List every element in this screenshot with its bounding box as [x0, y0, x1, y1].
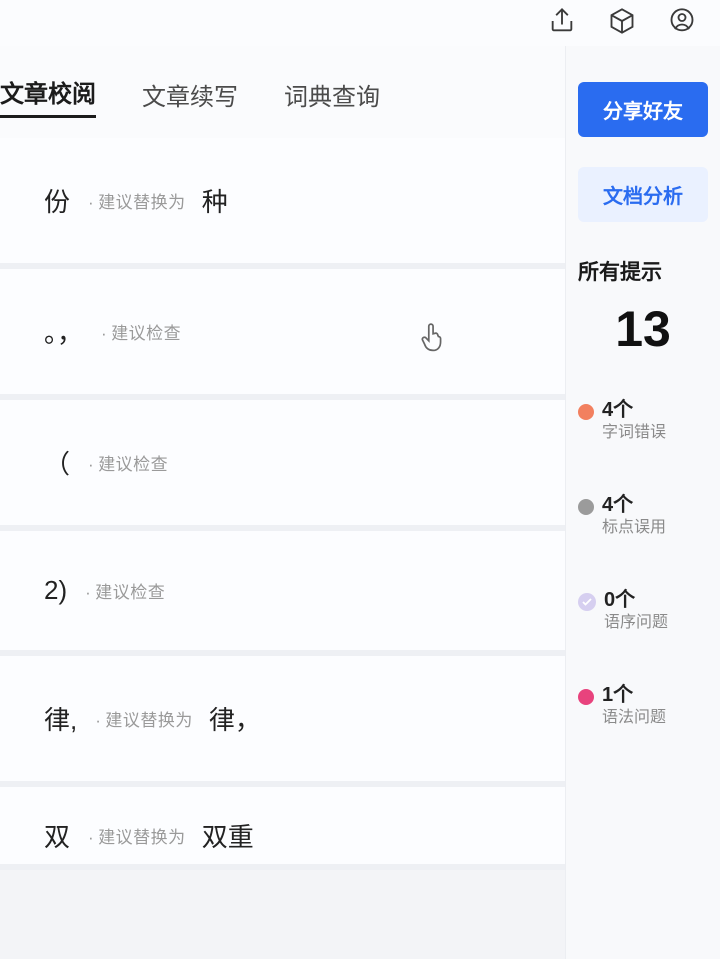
suggestion-row[interactable]: 律, 建议替换为 律，	[0, 656, 565, 787]
orig-text: 律,	[44, 700, 77, 737]
cat-count: 4个	[602, 398, 666, 423]
total-hints-count: 13	[578, 300, 708, 358]
category-word-order[interactable]: 0个 语序问题	[578, 588, 708, 633]
share-friends-button[interactable]: 分享好友	[578, 82, 708, 137]
cat-label: 语法问题	[602, 708, 666, 728]
orig-text: （	[44, 444, 70, 481]
cat-label: 语序问题	[604, 613, 668, 633]
cat-label: 字词错误	[602, 423, 666, 443]
note-text: 建议替换为	[95, 706, 193, 731]
suggestion-row[interactable]: 份 建议替换为 种	[0, 138, 565, 269]
repl-text: 双重	[202, 817, 254, 854]
share-icon[interactable]	[548, 7, 576, 40]
dot-icon	[578, 689, 594, 705]
cat-count: 4个	[602, 493, 666, 518]
tab-article-proofread[interactable]: 文章校阅	[0, 74, 96, 118]
suggestion-list: 份 建议替换为 种 。， 建议检查 （ 建议检查	[0, 138, 565, 959]
main-panel: 文章校阅 文章续写 词典查询 份 建议替换为 种 。， 建议检查	[0, 46, 565, 959]
all-hints-title: 所有提示	[578, 256, 708, 286]
repl-text: 种	[202, 182, 228, 219]
cube-icon[interactable]	[608, 7, 636, 40]
note-text: 建议检查	[101, 319, 181, 344]
orig-text: 份	[44, 182, 70, 219]
note-text: 建议替换为	[88, 188, 186, 213]
repl-text: 律，	[209, 700, 261, 737]
cat-count: 0个	[604, 588, 668, 613]
doc-analysis-button[interactable]: 文档分析	[578, 167, 708, 222]
cat-label: 标点误用	[602, 518, 666, 538]
dot-icon	[578, 499, 594, 515]
category-list: 4个 字词错误 4个 标点误用 0个	[578, 398, 708, 728]
avatar-icon[interactable]	[668, 7, 696, 40]
suggestion-row[interactable]: （ 建议检查	[0, 400, 565, 531]
tab-article-continue[interactable]: 文章续写	[142, 77, 238, 118]
category-word-error[interactable]: 4个 字词错误	[578, 398, 708, 443]
category-punctuation[interactable]: 4个 标点误用	[578, 493, 708, 538]
suggestion-row[interactable]: 双 建议替换为 双重	[0, 787, 565, 870]
note-text: 建议检查	[85, 578, 165, 603]
note-text: 建议检查	[88, 450, 168, 475]
check-dot-icon	[578, 593, 596, 611]
side-panel: 分享好友 文档分析 所有提示 13 4个 字词错误 4个 标点误用	[565, 46, 720, 959]
dot-icon	[578, 404, 594, 420]
note-text: 建议替换为	[88, 823, 186, 848]
cursor-hand-icon	[419, 322, 445, 359]
orig-text: 双	[44, 817, 70, 854]
tabs: 文章校阅 文章续写 词典查询	[0, 46, 565, 138]
category-grammar[interactable]: 1个 语法问题	[578, 683, 708, 728]
orig-text: 2)	[44, 575, 67, 606]
top-toolbar	[0, 0, 720, 46]
suggestion-row[interactable]: 。， 建议检查	[0, 269, 565, 400]
cat-count: 1个	[602, 683, 666, 708]
orig-text: 。，	[44, 313, 83, 350]
suggestion-row[interactable]: 2) 建议检查	[0, 531, 565, 656]
tab-dictionary[interactable]: 词典查询	[284, 77, 380, 118]
